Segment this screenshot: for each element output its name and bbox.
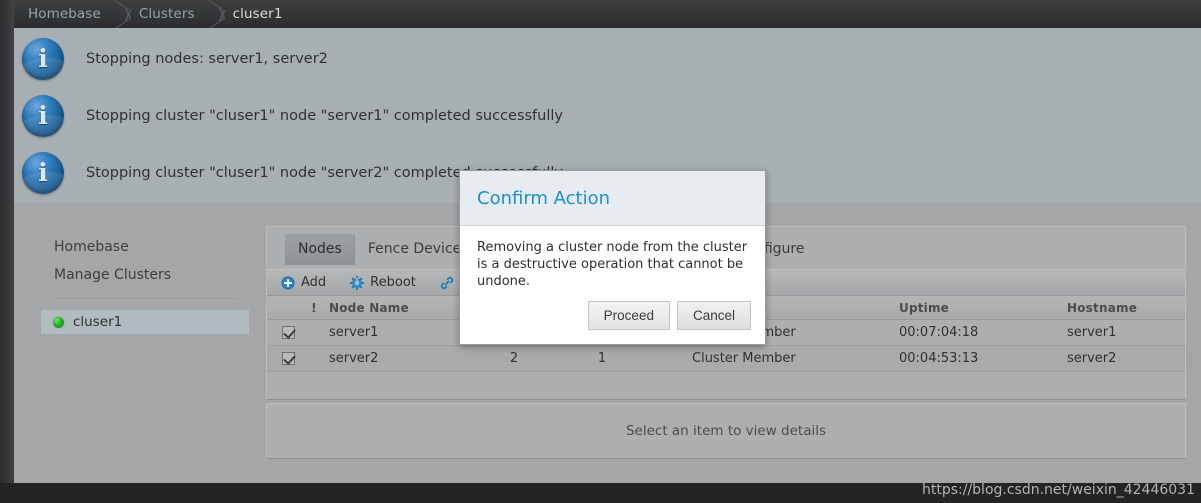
checkbox-checked-icon[interactable] [281, 326, 295, 339]
cell-node-name: server1 [329, 325, 379, 340]
breadcrumb-chevron-icon [101, 0, 139, 28]
column-header-hostname[interactable]: Hostname [1067, 296, 1197, 319]
left-rail [0, 0, 14, 483]
watermark: https://blog.csdn.net/weixin_42446031 [921, 482, 1195, 498]
column-header-select [271, 296, 305, 319]
checkbox-checked-icon[interactable] [281, 352, 295, 365]
info-icon-glyph: i [38, 100, 48, 130]
link-icon [440, 276, 454, 290]
sidebar-item-cluser1[interactable]: cluser1 [40, 309, 250, 335]
cell-votes: 1 [597, 351, 607, 366]
sidebar-divider [54, 298, 236, 299]
cell-node-id: 2 [509, 351, 519, 366]
add-button-label: Add [301, 275, 327, 290]
sidebar-item-manage-clusters[interactable]: Manage Clusters [40, 261, 250, 289]
row-checkbox[interactable] [271, 320, 305, 345]
breadcrumb-chevron-icon [195, 0, 233, 28]
confirm-action-dialog: Confirm Action Removing a cluster node f… [459, 170, 766, 345]
info-icon: i [22, 151, 64, 194]
row-checkbox[interactable] [271, 346, 305, 371]
detail-panel: Select an item to view details [266, 403, 1186, 459]
column-header-node-name[interactable]: Node Name [329, 296, 479, 319]
alert-text: Stopping cluster "cluser1" node "server1… [86, 107, 563, 124]
proceed-button[interactable]: Proceed [587, 301, 670, 330]
plus-circle-icon [281, 276, 295, 290]
column-header-alert[interactable]: ! [301, 296, 327, 319]
breadcrumb-item-current: cluser1 [232, 6, 283, 22]
info-icon: i [22, 94, 64, 137]
breadcrumb-item-clusters[interactable]: Clusters [139, 6, 195, 22]
detail-placeholder-text: Select an item to view details [625, 423, 827, 439]
alert-message: i Stopping nodes: server1, server2 [14, 30, 1201, 87]
sidebar: Homebase Manage Clusters cluser1 [40, 233, 250, 335]
dialog-header: Confirm Action [460, 171, 765, 226]
info-icon-glyph: i [38, 43, 48, 73]
column-header-uptime[interactable]: Uptime [899, 296, 1029, 319]
gear-icon [350, 275, 365, 290]
info-icon: i [22, 37, 64, 80]
app-screen: Homebase Clusters cluser1 i Stopping nod… [0, 0, 1201, 503]
dialog-message: Removing a cluster node from the cluster… [477, 240, 748, 290]
breadcrumb-item-homebase[interactable]: Homebase [28, 6, 101, 22]
cell-status: Cluster Member [692, 351, 796, 366]
dialog-footer: Proceed Cancel [581, 301, 751, 330]
cell-hostname: server1 [1067, 325, 1117, 340]
table-row[interactable]: server2 2 1 Cluster Member 00:04:53:13 s… [267, 346, 1185, 372]
dialog-title: Confirm Action [477, 187, 611, 209]
tab-nodes[interactable]: Nodes [285, 234, 355, 265]
cell-uptime: 00:07:04:18 [899, 325, 979, 340]
alert-message: i Stopping cluster "cluser1" node "serve… [14, 87, 1201, 144]
sidebar-item-homebase[interactable]: Homebase [40, 233, 250, 261]
reboot-button[interactable]: Reboot [350, 275, 416, 290]
cancel-button[interactable]: Cancel [676, 301, 751, 330]
sidebar-cluster-label: cluser1 [73, 314, 123, 330]
info-icon-glyph: i [38, 157, 48, 187]
breadcrumb: Homebase Clusters cluser1 [14, 0, 1201, 28]
cell-node-name: server2 [329, 351, 379, 366]
reboot-button-label: Reboot [370, 275, 416, 290]
status-dot-icon [53, 316, 64, 328]
cell-uptime: 00:04:53:13 [899, 351, 979, 366]
cell-hostname: server2 [1067, 351, 1117, 366]
add-button[interactable]: Add [281, 275, 326, 290]
alert-text: Stopping nodes: server1, server2 [86, 50, 328, 67]
